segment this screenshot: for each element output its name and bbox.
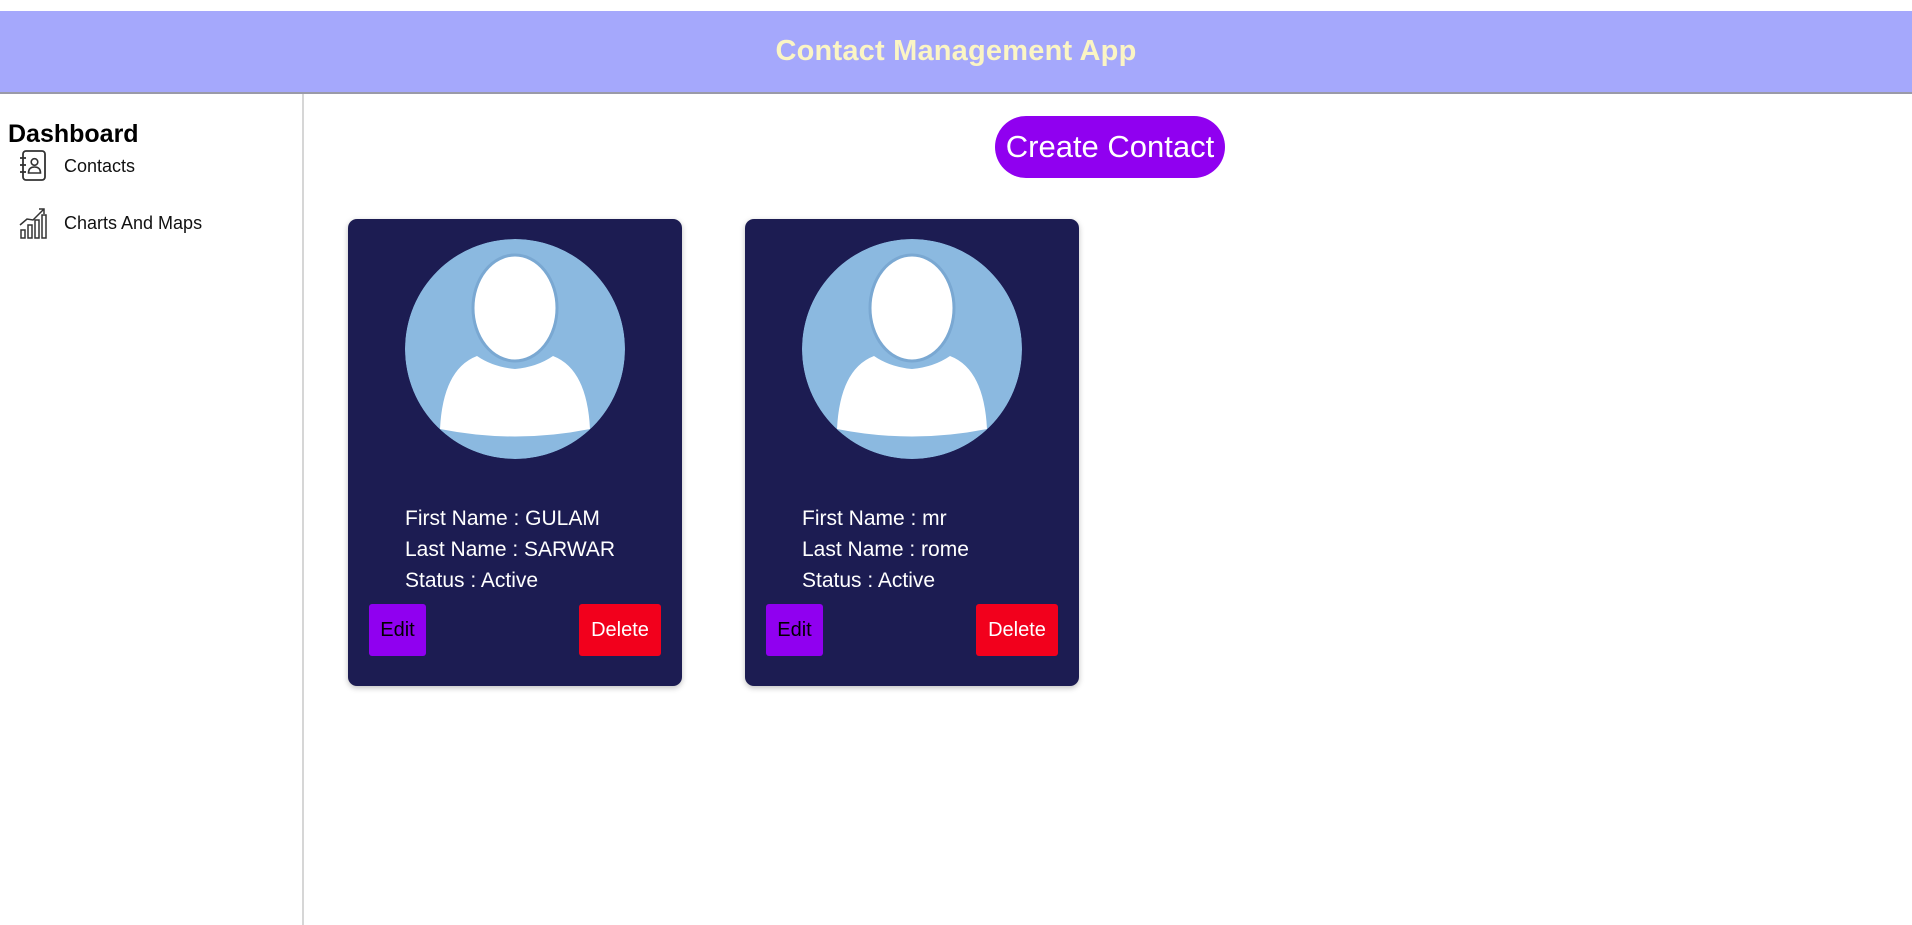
default-avatar-icon	[802, 239, 1022, 459]
delete-button[interactable]: Delete	[579, 604, 661, 656]
status-text: Status : Active	[405, 569, 539, 592]
last-name-text: Last Name : rome	[802, 538, 969, 561]
contact-card: First Name : GULAM Last Name : SARWAR St…	[348, 219, 682, 686]
sidebar: Dashboard Contacts Charts And Maps	[0, 94, 304, 925]
contact-info: First Name : mr Last Name : rome Status …	[802, 503, 969, 596]
sidebar-item-label: Charts And Maps	[64, 212, 203, 233]
sidebar-item-contacts[interactable]: Contacts	[18, 148, 135, 184]
contact-card: First Name : mr Last Name : rome Status …	[745, 219, 1079, 686]
default-avatar-icon	[405, 239, 625, 459]
status-text: Status : Active	[802, 569, 936, 592]
first-name-text: First Name : mr	[802, 507, 947, 530]
contact-info: First Name : GULAM Last Name : SARWAR St…	[405, 503, 615, 596]
contacts-book-icon	[18, 149, 48, 183]
app-header: Contact Management App	[0, 11, 1912, 94]
edit-button[interactable]: Edit	[369, 604, 426, 656]
delete-button[interactable]: Delete	[976, 604, 1058, 656]
sidebar-item-charts-and-maps[interactable]: Charts And Maps	[18, 205, 202, 241]
app-title: Contact Management App	[775, 35, 1137, 67]
create-contact-button[interactable]: Create Contact	[995, 116, 1225, 178]
edit-button[interactable]: Edit	[766, 604, 823, 656]
sidebar-title: Dashboard	[8, 120, 139, 148]
first-name-text: First Name : GULAM	[405, 507, 600, 530]
last-name-text: Last Name : SARWAR	[405, 538, 616, 561]
main-content: Create Contact First Name : GULAM Last N…	[304, 94, 1912, 925]
top-strip	[0, 0, 1912, 11]
chart-growth-icon	[18, 206, 48, 240]
sidebar-item-label: Contacts	[64, 155, 136, 176]
